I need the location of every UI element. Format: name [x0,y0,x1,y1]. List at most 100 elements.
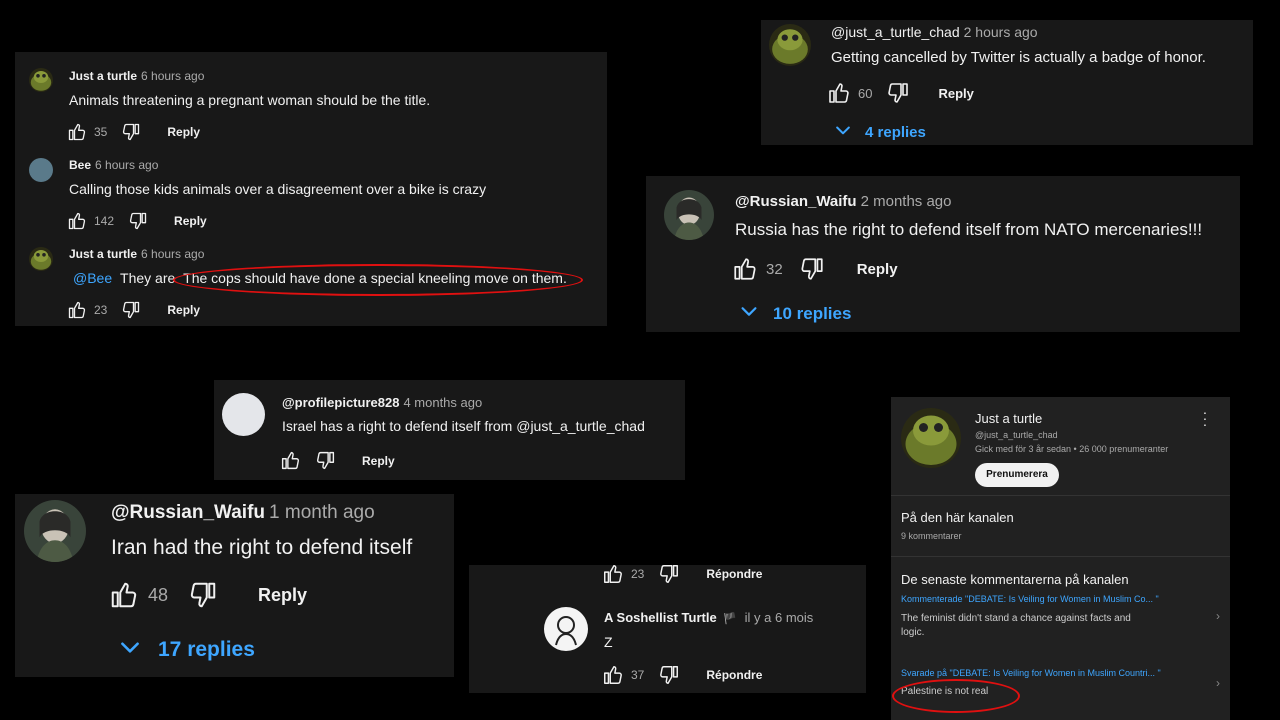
comment-text: Palestine is not real [901,686,989,697]
view-replies-button[interactable]: 10 replies [738,300,851,327]
channel-meta: Gick med för 3 år sedan • 26 000 prenume… [975,444,1169,454]
chevron-down-icon [833,120,853,144]
like-count: 60 [858,85,873,101]
channel-name[interactable]: Just a turtle [975,411,1042,426]
subscribe-button[interactable]: Prenumerera [975,463,1059,487]
reply-button[interactable]: Reply [258,585,307,606]
mention-link[interactable]: @Bee [73,270,112,286]
comment-panel-4: @profilepicture828 4 months ago Israel ha… [214,380,685,480]
comment-header: @Russian_Waifu 1 month ago [111,502,375,524]
chevron-down-icon [117,634,143,666]
thumb-up-icon[interactable] [67,300,87,320]
thumb-up-icon[interactable] [109,580,139,610]
avatar[interactable] [222,393,265,436]
thumb-up-icon[interactable] [280,450,301,471]
channel-handle: @just_a_turtle_chad [975,430,1058,440]
thumb-up-icon[interactable] [602,565,624,585]
comment-actions: Reply [280,450,395,471]
reply-button[interactable]: Reply [167,125,200,139]
avatar[interactable] [664,190,714,240]
channel-avatar[interactable] [901,408,961,468]
comment-context-link[interactable]: Kommenterade "DEBATE: Is Veiling for Wom… [901,594,1159,604]
thumb-down-icon[interactable] [121,122,141,142]
comment-panel-3: @Russian_Waifu 2 months ago Russia has th… [646,176,1240,332]
divider [891,495,1230,496]
comment-actions: 142 Reply [67,211,207,231]
reply-button[interactable]: Répondre [706,567,762,581]
comment-time[interactable]: 6 hours ago [95,158,158,172]
like-count: 37 [631,668,645,682]
thumb-down-icon[interactable] [128,211,148,231]
comment-actions: 37 Répondre [602,664,762,686]
thumb-down-icon[interactable] [886,81,910,105]
thumb-down-icon[interactable] [315,450,336,471]
avatar[interactable] [24,500,86,562]
view-replies-button[interactable]: 4 replies [833,120,926,144]
comment-time[interactable]: 1 month ago [269,502,375,523]
reply-button[interactable]: Reply [938,86,973,101]
avatar[interactable] [29,68,53,92]
thumb-up-icon[interactable] [67,122,87,142]
more-vert-icon[interactable]: · · · [1199,405,1211,431]
chevron-right-icon[interactable]: › [1216,609,1220,623]
section-title[interactable]: På den här kanalen [901,510,1014,525]
comment-author[interactable]: @profilepicture828 [282,395,399,410]
comment-time[interactable]: 4 months ago [403,395,482,410]
thumb-down-icon[interactable] [799,256,825,282]
thumb-down-icon[interactable] [658,664,680,686]
comment-author[interactable]: @Russian_Waifu [111,502,265,523]
comment-time[interactable]: 2 months ago [861,193,952,210]
avatar[interactable] [769,24,811,66]
like-count: 48 [148,584,169,605]
avatar[interactable] [544,607,588,651]
comment-text: Iran had the right to defend itself [111,536,413,559]
comment-header: Just a turtle 6 hours ago [69,247,204,261]
comment-author[interactable]: Just a turtle [69,247,137,261]
comment-text: Z [604,634,613,650]
comment-text: @Bee They are The cops should have done … [73,270,567,286]
avatar[interactable] [29,158,53,182]
chevron-right-icon[interactable]: › [1216,676,1220,690]
comment-time[interactable]: 6 hours ago [141,247,204,261]
like-count: 35 [94,125,108,139]
comment-header: @profilepicture828 4 months ago [282,395,482,410]
comment-text: Israel has a right to defend itself from… [282,418,645,434]
like-count: 32 [766,260,783,278]
reply-button[interactable]: Reply [167,303,200,317]
comment-text: Getting cancelled by Twitter is actually… [831,49,1206,66]
comment-author[interactable]: Just a turtle [69,69,137,83]
thumb-up-icon[interactable] [602,664,624,686]
comment-author[interactable]: @Russian_Waifu [735,193,857,210]
divider [891,556,1230,557]
thumb-up-icon[interactable] [732,256,758,282]
comment-panel-6: 23 Répondre A Soshellist Turtle 🏴 il y a… [469,565,866,693]
comment-context-link[interactable]: Svarade på "DEBATE: Is Veiling for Women… [901,668,1161,678]
reply-button[interactable]: Répondre [706,668,762,682]
thumb-down-icon[interactable] [121,300,141,320]
avatar[interactable] [29,247,53,271]
comment-header: @Russian_Waifu 2 months ago [735,193,952,210]
thumb-up-icon[interactable] [67,211,87,231]
comment-author[interactable]: @just_a_turtle_chad [831,24,960,40]
like-count: 23 [631,567,645,581]
replies-count: 10 replies [773,303,852,323]
comment-panel-1: Just a turtle 6 hours ago Animals threate… [15,52,607,326]
reply-button[interactable]: Reply [857,261,898,278]
reply-button[interactable]: Reply [362,454,395,468]
comment-author[interactable]: Bee [69,158,91,172]
comment-time[interactable]: 6 hours ago [141,69,204,83]
comment-header: Bee 6 hours ago [69,158,158,172]
thumb-down-icon[interactable] [658,565,680,585]
thumb-down-icon[interactable] [188,580,218,610]
comment-text: Russia has the right to defend itself fr… [735,220,1203,239]
thumb-up-icon[interactable] [827,81,851,105]
comment-text: Calling those kids animals over a disagr… [69,181,487,197]
comment-time[interactable]: 2 hours ago [964,24,1038,40]
view-replies-button[interactable]: 17 replies [117,634,255,666]
comment-time[interactable]: il y a 6 mois [745,610,814,625]
comment-author[interactable]: A Soshellist Turtle [604,610,717,625]
flag-icon: 🏴 [723,613,738,625]
reply-button[interactable]: Reply [174,214,207,228]
section-title: De senaste kommentarerna på kanalen [901,572,1129,587]
comment-header: @just_a_turtle_chad 2 hours ago [831,24,1038,40]
